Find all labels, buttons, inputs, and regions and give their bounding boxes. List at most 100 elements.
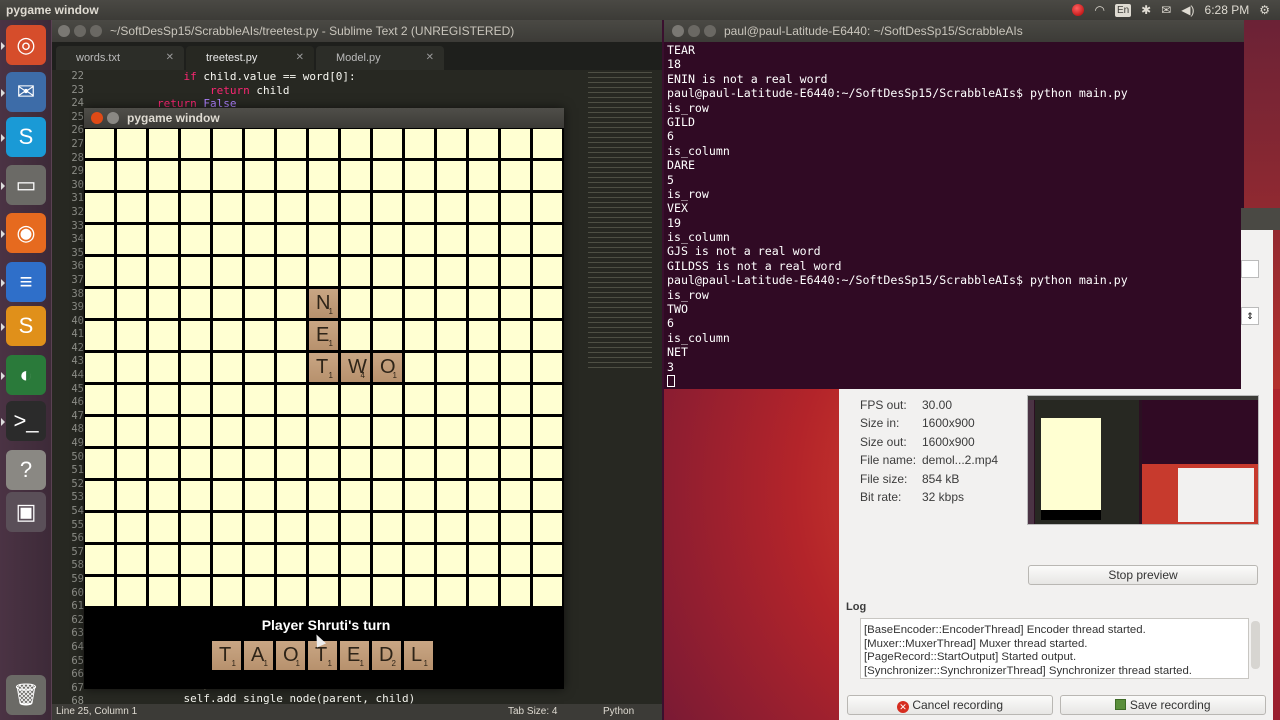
board-cell[interactable] xyxy=(533,321,562,350)
minimize-icon[interactable] xyxy=(688,25,700,37)
board-cell[interactable] xyxy=(213,225,242,254)
board-cell[interactable] xyxy=(469,385,498,414)
board-cell[interactable] xyxy=(277,321,306,350)
board-cell[interactable] xyxy=(373,289,402,318)
board-cell[interactable] xyxy=(373,321,402,350)
tab-size[interactable]: Tab Size: 4 xyxy=(508,704,557,720)
board-cell[interactable] xyxy=(309,513,338,542)
board-cell[interactable] xyxy=(213,385,242,414)
board-cell[interactable] xyxy=(181,289,210,318)
board-cell[interactable] xyxy=(373,161,402,190)
board-cell[interactable] xyxy=(405,289,434,318)
board-cell[interactable] xyxy=(533,545,562,574)
terminal-titlebar[interactable]: paul@paul-Latitude-E6440: ~/SoftDesSp15/… xyxy=(664,20,1244,42)
board-cell[interactable] xyxy=(405,193,434,222)
board-cell[interactable] xyxy=(373,129,402,158)
board-cell[interactable] xyxy=(85,289,114,318)
board-cell[interactable] xyxy=(309,449,338,478)
board-cell[interactable] xyxy=(469,417,498,446)
rack-tile[interactable]: L1 xyxy=(404,641,433,670)
board-cell[interactable] xyxy=(341,193,370,222)
board-cell[interactable] xyxy=(85,225,114,254)
board-cell[interactable] xyxy=(117,545,146,574)
board-cell[interactable] xyxy=(341,513,370,542)
ubuntu-dash-icon[interactable]: ◎ xyxy=(1,25,46,65)
board-cell[interactable] xyxy=(501,257,530,286)
close-tab-icon[interactable]: ✕ xyxy=(426,46,434,70)
board-cell[interactable] xyxy=(533,353,562,382)
bluetooth-icon[interactable]: ✱ xyxy=(1141,0,1151,20)
board-cell[interactable] xyxy=(213,545,242,574)
board-cell[interactable] xyxy=(117,193,146,222)
board-cell[interactable] xyxy=(341,129,370,158)
file-manager-icon[interactable]: ▭ xyxy=(1,165,46,205)
board-cell[interactable] xyxy=(181,417,210,446)
board-cell[interactable] xyxy=(117,385,146,414)
board-cell[interactable] xyxy=(373,481,402,510)
board-cell[interactable] xyxy=(277,161,306,190)
board-cell[interactable] xyxy=(85,513,114,542)
writer-icon[interactable]: ≡ xyxy=(1,262,46,302)
firefox-icon[interactable]: ◉ xyxy=(1,213,46,253)
board-cell[interactable] xyxy=(245,481,274,510)
board-cell[interactable] xyxy=(533,417,562,446)
syntax-mode[interactable]: Python xyxy=(603,704,634,720)
board-cell[interactable] xyxy=(149,385,178,414)
board-cell[interactable] xyxy=(245,225,274,254)
cancel-recording-button[interactable]: ✕ Cancel recording xyxy=(847,695,1053,715)
board-cell[interactable] xyxy=(501,385,530,414)
board-cell[interactable] xyxy=(437,513,466,542)
code-line[interactable]: self.add_single_node(parent, child) xyxy=(104,692,415,705)
mail-icon[interactable]: ✉ xyxy=(1161,0,1171,20)
board-cell[interactable] xyxy=(469,129,498,158)
board-cell[interactable] xyxy=(469,161,498,190)
board-cell[interactable] xyxy=(85,129,114,158)
board-cell[interactable] xyxy=(437,129,466,158)
rack-tile[interactable]: T1 xyxy=(212,641,241,670)
gear-icon[interactable]: ⚙ xyxy=(1259,0,1270,20)
rack-tile[interactable]: E1 xyxy=(340,641,369,670)
board-cell[interactable] xyxy=(277,225,306,254)
board-cell[interactable] xyxy=(469,353,498,382)
board-cell[interactable] xyxy=(309,193,338,222)
board-cell[interactable] xyxy=(213,353,242,382)
wifi-icon[interactable]: ◠ xyxy=(1094,0,1104,20)
board-cell[interactable] xyxy=(533,385,562,414)
minimize-icon[interactable] xyxy=(107,112,119,124)
board-cell[interactable] xyxy=(501,225,530,254)
board-cell[interactable] xyxy=(405,481,434,510)
board-cell[interactable] xyxy=(277,289,306,318)
board-cell[interactable] xyxy=(533,577,562,606)
board-cell[interactable] xyxy=(437,193,466,222)
rack-tile[interactable]: O1 xyxy=(276,641,305,670)
board-cell[interactable] xyxy=(85,449,114,478)
maximize-icon[interactable] xyxy=(704,25,716,37)
board-cell[interactable] xyxy=(117,577,146,606)
board-cell[interactable] xyxy=(341,161,370,190)
board-cell[interactable] xyxy=(533,513,562,542)
rack-tile[interactable]: T1 xyxy=(308,641,337,670)
board-cell[interactable] xyxy=(181,161,210,190)
board-cell[interactable] xyxy=(309,577,338,606)
board-cell[interactable] xyxy=(405,257,434,286)
board-cell[interactable] xyxy=(533,289,562,318)
board-cell[interactable] xyxy=(469,225,498,254)
close-icon[interactable] xyxy=(672,25,684,37)
board-cell[interactable] xyxy=(437,449,466,478)
board-cell[interactable] xyxy=(533,129,562,158)
board-cell[interactable] xyxy=(245,545,274,574)
board-cell[interactable] xyxy=(181,129,210,158)
board-cell[interactable] xyxy=(85,321,114,350)
board-cell[interactable] xyxy=(341,417,370,446)
board-cell[interactable] xyxy=(85,193,114,222)
board-cell[interactable] xyxy=(117,289,146,318)
clock[interactable]: 6:28 PM xyxy=(1205,0,1250,20)
board-cell[interactable] xyxy=(437,321,466,350)
board-cell[interactable] xyxy=(213,321,242,350)
board-cell[interactable] xyxy=(181,225,210,254)
board-cell[interactable] xyxy=(533,257,562,286)
board-cell[interactable] xyxy=(501,417,530,446)
board-cell[interactable] xyxy=(117,513,146,542)
board-cell[interactable] xyxy=(341,225,370,254)
board-cell[interactable] xyxy=(245,289,274,318)
